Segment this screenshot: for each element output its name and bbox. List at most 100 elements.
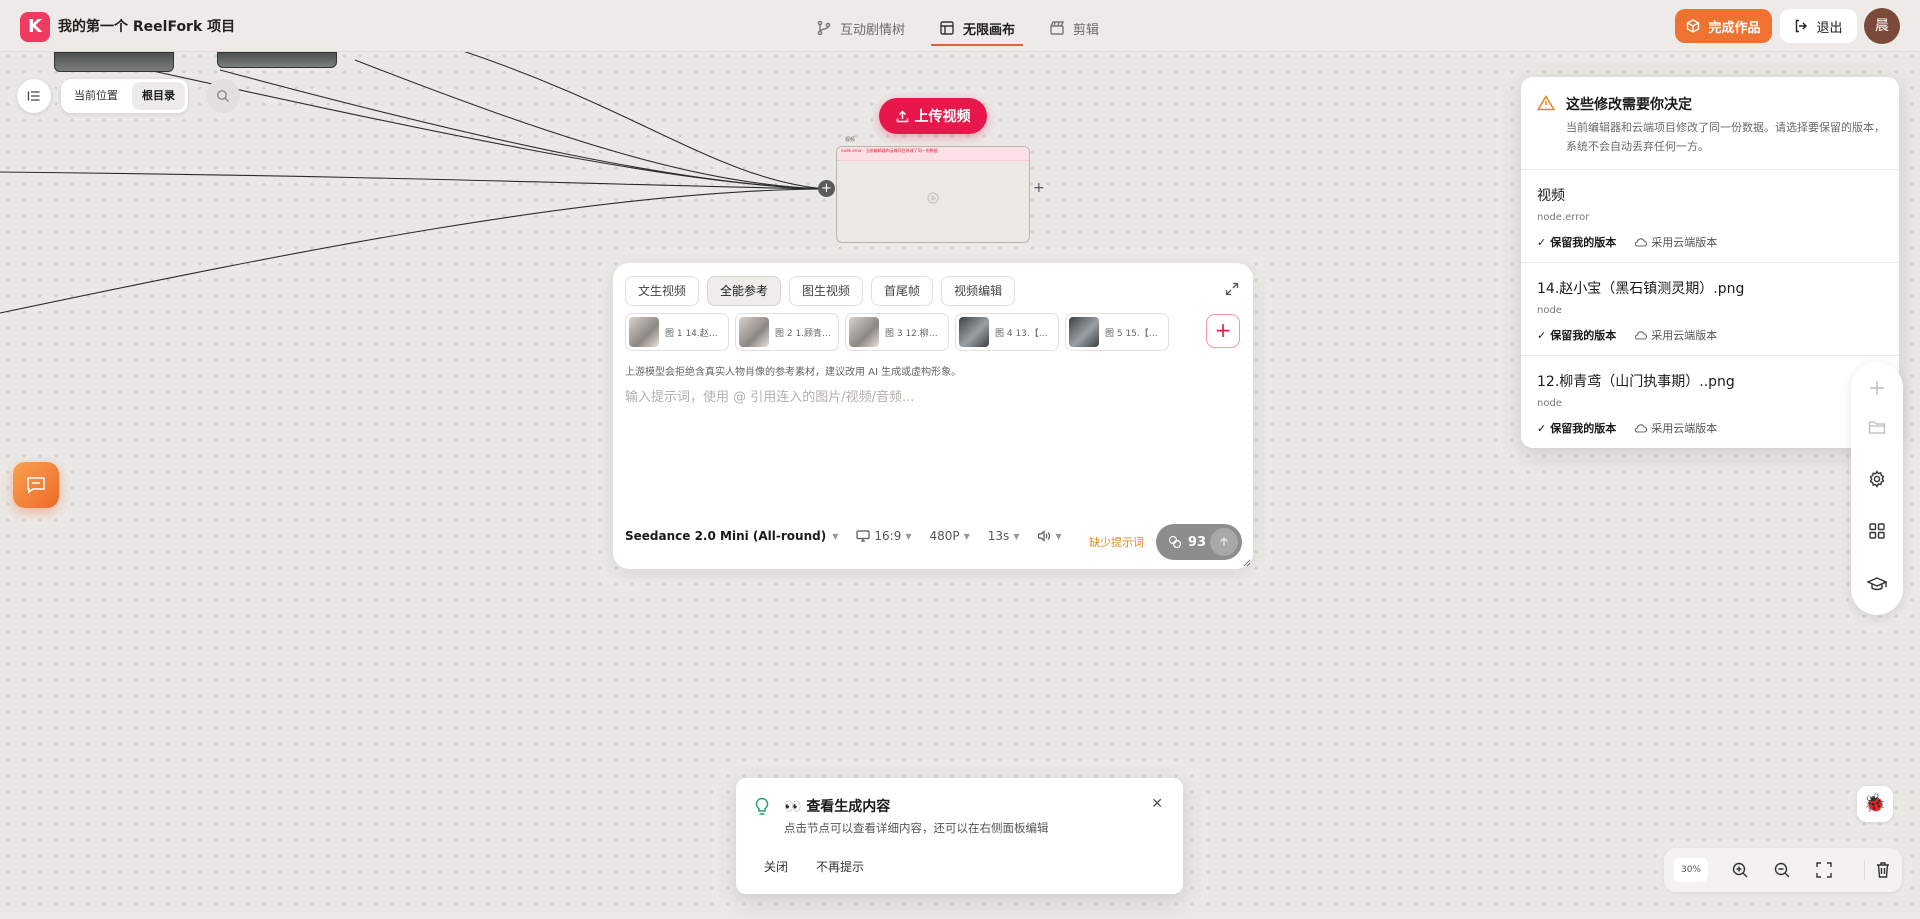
audio-selector[interactable]: ▼	[1037, 530, 1062, 542]
close-icon[interactable]: ✕	[1151, 796, 1163, 812]
reference-label: 图 4 13.【…	[995, 328, 1048, 339]
use-cloud-label: 采用云端版本	[1651, 236, 1718, 249]
tab-infinite-canvas[interactable]: 无限画布	[931, 14, 1024, 46]
reference-label: 图 2 1.顾青…	[775, 328, 832, 339]
video-node-caption: 视频	[845, 137, 856, 143]
conflict-title: 这些修改需要你决定	[1566, 97, 1692, 113]
outline-toggle-button[interactable]	[17, 79, 51, 113]
conflict-item-title: 12.柳青鸢（山门执事期）..png	[1537, 374, 1735, 390]
coins-icon	[1168, 535, 1182, 549]
chevron-down-icon: ▼	[1013, 531, 1020, 541]
model-selector[interactable]: Seedance 2.0 Mini (All-round) ▼	[625, 529, 838, 543]
reference-item[interactable]: 图 2 1.顾青…	[735, 313, 839, 351]
conflict-item-actions: ✓ 保留我的版本 采用云端版本	[1537, 420, 1717, 436]
warning-icon	[1537, 95, 1555, 111]
project-title: 我的第一个 ReelFork 项目	[58, 19, 236, 35]
missing-prompt-hint: 缺少提示词	[1089, 536, 1144, 549]
conflict-description: 当前编辑器和云端项目修改了同一份数据。请选择要保留的版本，系统不会自动丢弃任何一…	[1566, 121, 1885, 153]
reference-label: 图 1 14.赵…	[665, 328, 718, 339]
top-bar: K 我的第一个 ReelFork 项目 互动剧情树 无限画布 剪辑 完成作品 退…	[0, 0, 1920, 52]
graduation-cap-icon[interactable]	[1865, 572, 1889, 596]
video-node[interactable]: node.error · 当前编辑器和云端项目修改了同一份数据	[836, 146, 1030, 243]
trash-icon[interactable]	[1871, 858, 1895, 882]
keep-mine-button[interactable]: ✓ 保留我的版本	[1537, 327, 1616, 343]
keep-mine-button[interactable]: ✓ 保留我的版本	[1537, 234, 1616, 250]
cloud-icon	[1635, 424, 1648, 433]
reference-item[interactable]: 图 5 15.【…	[1065, 313, 1169, 351]
branch-icon	[817, 20, 831, 36]
tab-story-tree[interactable]: 互动剧情树	[816, 14, 905, 42]
finish-work-button[interactable]: 完成作品	[1675, 9, 1772, 43]
tab-label: 互动剧情树	[840, 22, 906, 38]
zoom-out-icon[interactable]	[1770, 858, 1794, 882]
mode-text-to-video[interactable]: 文生视频	[625, 276, 700, 306]
reference-item[interactable]: 图 1 14.赵…	[625, 313, 729, 351]
folder-icon[interactable]	[1865, 415, 1889, 439]
tip-title-text: 查看生成内容	[806, 799, 891, 815]
check-icon: ✓	[1537, 235, 1547, 249]
keep-mine-label: 保留我的版本	[1550, 236, 1617, 249]
chevron-down-icon: ▼	[832, 531, 839, 541]
canvas-search-button[interactable]	[206, 79, 240, 113]
tip-dismiss-button[interactable]: 不再提示	[816, 856, 864, 877]
reference-item[interactable]: 图 3 12.柳…	[845, 313, 949, 351]
zoom-percentage[interactable]: 30%	[1674, 858, 1708, 882]
top-nav: 互动剧情树 无限画布 剪辑	[816, 14, 1099, 46]
conflict-item-type: node	[1537, 305, 1562, 316]
exit-button[interactable]: 退出	[1780, 9, 1857, 43]
app-logo[interactable]: K	[20, 12, 50, 42]
zoom-in-icon[interactable]	[1728, 858, 1752, 882]
node-output-handle[interactable]: +	[1033, 180, 1045, 196]
mode-image-to-video[interactable]: 图生视频	[789, 276, 864, 306]
grid-icon[interactable]	[1865, 519, 1889, 543]
finish-work-label: 完成作品	[1708, 20, 1761, 36]
tab-label: 无限画布	[963, 22, 1016, 38]
logout-icon	[1796, 19, 1808, 33]
conflict-item-type: node.error	[1537, 212, 1590, 223]
duration-selector[interactable]: 13s ▼	[988, 529, 1020, 543]
mode-video-edit[interactable]: 视频编辑	[941, 276, 1016, 306]
aspect-ratio-selector[interactable]: 16:9 ▼	[856, 529, 911, 543]
fit-screen-icon[interactable]	[1812, 858, 1836, 882]
reference-item[interactable]: 图 4 13.【…	[955, 313, 1059, 351]
bug-report-icon[interactable]: 🐞	[1857, 786, 1893, 822]
chat-button[interactable]	[13, 462, 59, 508]
tip-description: 点击节点可以查看详细内容，还可以在右侧面板编辑	[784, 821, 1049, 835]
upload-video-label: 上传视频	[914, 109, 971, 125]
reference-thumbnail	[629, 317, 659, 347]
gear-icon[interactable]	[1865, 467, 1889, 491]
reference-thumbnail	[739, 317, 769, 347]
generate-button[interactable]: 93	[1156, 524, 1242, 560]
upload-video-button[interactable]: 上传视频	[879, 98, 987, 134]
tab-label: 剪辑	[1073, 22, 1100, 38]
keep-mine-button[interactable]: ✓ 保留我的版本	[1537, 420, 1616, 436]
chevron-down-icon: ▼	[905, 531, 912, 541]
use-cloud-button[interactable]: 采用云端版本	[1634, 327, 1717, 343]
breadcrumb-current-location[interactable]: 当前位置	[64, 82, 128, 110]
node-input-handle[interactable]: +	[818, 180, 835, 197]
conflict-item: 12.柳青鸢（山门执事期）..png node ✓ 保留我的版本 采用云端版本	[1521, 356, 1899, 448]
resize-handle-icon[interactable]	[1241, 557, 1251, 567]
tab-edit[interactable]: 剪辑	[1049, 14, 1099, 42]
conflict-item-type: node	[1537, 398, 1562, 409]
reference-thumbnail	[959, 317, 989, 347]
mode-all-reference[interactable]: 全能参考	[707, 276, 782, 306]
generation-mode-tabs: 文生视频 全能参考 图生视频 首尾帧 视频编辑	[625, 276, 1016, 306]
resolution-selector[interactable]: 480P ▼	[929, 529, 969, 543]
prompt-input[interactable]	[625, 386, 1237, 496]
tip-close-button[interactable]: 关闭	[764, 856, 788, 877]
check-icon: ✓	[1537, 421, 1547, 435]
eyes-emoji: 👀	[784, 799, 802, 815]
send-arrow-icon	[1210, 528, 1238, 556]
user-avatar[interactable]: 晨	[1864, 8, 1900, 44]
use-cloud-button[interactable]: 采用云端版本	[1634, 420, 1717, 436]
expand-icon[interactable]	[1225, 281, 1239, 300]
use-cloud-button[interactable]: 采用云端版本	[1634, 234, 1717, 250]
add-reference-button[interactable]: +	[1206, 314, 1240, 348]
plus-icon[interactable]	[1865, 376, 1889, 400]
canvas-image-node-thumb[interactable]	[54, 52, 174, 72]
mode-first-last-frame[interactable]: 首尾帧	[871, 276, 934, 306]
canvas-image-node-thumb[interactable]	[217, 52, 337, 68]
breadcrumb-root[interactable]: 根目录	[132, 82, 185, 110]
breadcrumb: 当前位置 根目录	[61, 79, 188, 113]
